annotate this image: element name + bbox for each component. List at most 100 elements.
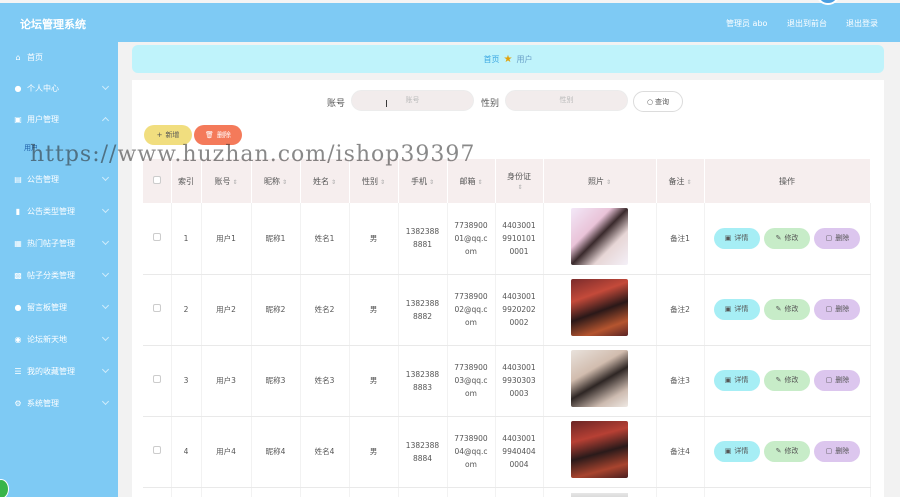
sidebar-item-label: 个人中心 — [27, 84, 59, 93]
remove-button[interactable]: ▢ 删除 — [814, 299, 861, 320]
delete-button-label: 删除 — [216, 131, 231, 139]
sort-icon[interactable]: ⇕ — [606, 179, 611, 186]
gender-search-input[interactable]: 性别 — [505, 90, 628, 111]
sidebar-item-users[interactable]: ▣ 用户管理 — [0, 104, 118, 135]
cell-nickname: 昵称1 — [251, 203, 301, 275]
cell-account: 用户4 — [201, 416, 252, 488]
account-search-input[interactable]: 账号 — [351, 90, 474, 111]
cell-gender: 男 — [349, 203, 399, 275]
row-checkbox[interactable] — [152, 375, 161, 383]
cell-name: 姓名4 — [300, 416, 350, 488]
column-header[interactable]: 照片 ⇕ — [543, 159, 657, 203]
sidebar-item-hot-posts[interactable]: ▦ 热门帖子管理 — [0, 228, 118, 259]
column-header[interactable]: 备注 ⇕ — [656, 159, 705, 203]
cell-email: 7738900 03@qq.c om — [447, 345, 496, 417]
user-photo[interactable] — [571, 492, 628, 497]
star-icon: ★ — [503, 53, 513, 65]
detail-button[interactable]: ▣ 详情 — [713, 299, 760, 320]
column-header[interactable]: 身份证 ⇕ — [495, 159, 544, 203]
sidebar-item-notice-types[interactable]: ▮ 公告类型管理 — [0, 196, 118, 227]
cell-account: 用户1 — [201, 203, 252, 275]
sort-icon[interactable]: ⇕ — [232, 179, 237, 186]
sidebar-item-label: 我的收藏管理 — [27, 367, 75, 376]
user-photo[interactable] — [571, 207, 628, 265]
sort-icon[interactable]: ⇕ — [429, 179, 434, 186]
sidebar-item-label: 公告类型管理 — [27, 207, 75, 216]
remove-button[interactable]: ▢ 删除 — [814, 441, 861, 462]
query-button[interactable]: ○ 查询 — [633, 91, 683, 112]
sidebar-item-notices[interactable]: ▤ 公告管理 — [0, 164, 118, 195]
sidebar-item-system[interactable]: ⚙ 系统管理 — [0, 388, 118, 419]
users-icon: ▣ — [14, 115, 22, 124]
row-checkbox[interactable] — [152, 232, 161, 241]
edit-button[interactable]: ✎ 修改 — [764, 441, 810, 462]
edit-button[interactable]: ✎ 修改 — [764, 370, 810, 391]
cell-remark: 备注3 — [656, 345, 705, 417]
select-all-checkbox[interactable] — [152, 176, 161, 184]
sort-icon[interactable]: ⇕ — [380, 179, 385, 186]
sort-icon[interactable]: ⇕ — [686, 179, 691, 186]
cell-phone: 1382388 8881 — [398, 203, 448, 275]
edit-icon: ✎ — [775, 447, 782, 455]
edit-button[interactable]: ✎ 修改 — [764, 227, 810, 249]
cell-actions: ▣ 详情 ✎ 修改 ▢ 删除 — [704, 416, 871, 488]
cell-index: 2 — [171, 274, 202, 346]
sidebar-item-profile[interactable]: ● 个人中心 — [0, 73, 118, 104]
remove-button[interactable]: ▢ 删除 — [814, 227, 861, 249]
sidebar-item-label: 首页 — [27, 53, 43, 62]
home-icon: ⌂ — [15, 53, 21, 62]
row-checkbox[interactable] — [152, 304, 161, 312]
trash-icon: ▢ — [825, 233, 833, 242]
cell-remark: 备注2 — [656, 274, 705, 346]
breadcrumb-home[interactable]: 首页 — [484, 54, 500, 65]
column-header: 操作 — [704, 159, 871, 203]
chevron-down-icon — [101, 397, 110, 406]
user-photo[interactable] — [571, 350, 628, 407]
admin-label: 管理员 abo — [726, 19, 768, 28]
logout-link[interactable]: 退出登录 — [846, 18, 878, 29]
query-button-label: 查询 — [655, 97, 670, 106]
detail-button[interactable]: ▣ 详情 — [713, 370, 760, 391]
sidebar: ⌂ 首页 ● 个人中心 ▣ 用户管理 用户 ▤ 公告管理 ▮ 公告类型管理 ▦ … — [0, 42, 118, 497]
list-icon: ☰ — [14, 367, 22, 376]
sidebar-item-home[interactable]: ⌂ 首页 — [0, 42, 118, 73]
sidebar-item-forum[interactable]: ◉ 论坛新天地 — [0, 324, 118, 355]
back-to-front-link[interactable]: 退出到前台 — [787, 18, 827, 29]
sidebar-item-label: 留言板管理 — [27, 303, 67, 312]
breadcrumb-current: 用户 — [516, 54, 533, 64]
grid-icon: ▩ — [14, 271, 22, 280]
top-header: 论坛管理系统 管理员 abo 退出到前台 退出登录 — [0, 0, 900, 42]
sidebar-item-message-board[interactable]: ● 留言板管理 — [0, 292, 118, 323]
edit-button[interactable]: ✎ 修改 — [764, 299, 810, 320]
cell-gender: 男 — [349, 274, 399, 346]
gender-label: 性别 — [481, 99, 500, 109]
sidebar-item-post-categories[interactable]: ▩ 帖子分类管理 — [0, 260, 118, 291]
cell-index: 1 — [171, 203, 202, 275]
cell-nickname: 昵称3 — [251, 345, 301, 417]
chevron-down-icon — [101, 82, 110, 91]
sidebar-item-label: 用户管理 — [27, 115, 59, 124]
table-row: 3 用户3 昵称3 姓名3 男 1382388 8883 7738900 03@qq… — [143, 345, 871, 417]
detail-icon: ▣ — [724, 233, 732, 242]
sort-icon[interactable]: ⇕ — [282, 179, 287, 186]
sort-icon[interactable]: ⇕ — [517, 184, 522, 191]
user-photo[interactable] — [571, 279, 628, 336]
cell-index: 4 — [171, 416, 202, 488]
detail-button[interactable]: ▣ 详情 — [713, 227, 760, 249]
sidebar-item-favorites[interactable]: ☰ 我的收藏管理 — [0, 356, 118, 387]
cell-remark: 备注1 — [656, 203, 705, 275]
sidebar-item-label: 热门帖子管理 — [27, 239, 75, 248]
floating-widget[interactable] — [0, 479, 9, 497]
watermark-text: https://www.huzhan.com/ishop39397 — [30, 142, 476, 167]
sort-icon[interactable]: ⇕ — [477, 179, 482, 186]
user-photo[interactable] — [571, 421, 628, 478]
row-checkbox[interactable] — [152, 446, 161, 454]
remove-button[interactable]: ▢ 删除 — [814, 370, 861, 391]
chevron-down-icon — [101, 173, 110, 182]
detail-icon: ▣ — [724, 376, 732, 384]
avatar[interactable] — [816, 0, 840, 5]
sort-icon[interactable]: ⇕ — [331, 179, 336, 186]
cell-phone: 1382388 8882 — [398, 274, 448, 346]
detail-button[interactable]: ▣ 详情 — [713, 441, 760, 462]
cell-id-card: 4403001 9940404 0004 — [495, 416, 544, 488]
